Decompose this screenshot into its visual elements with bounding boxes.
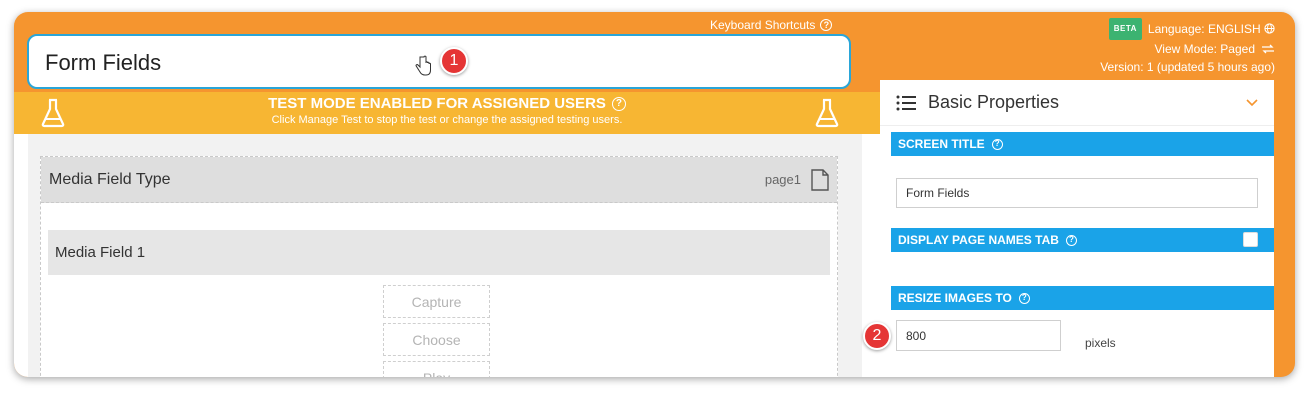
properties-panel: Basic Properties SCREEN TITLE ? Form Fie… <box>880 80 1274 377</box>
callout-badge-1: 1 <box>440 47 468 75</box>
display-page-names-label: DISPLAY PAGE NAMES TAB <box>898 233 1059 247</box>
chevron-down-icon[interactable] <box>1246 98 1258 107</box>
resize-images-field[interactable]: 800 <box>896 320 1061 351</box>
page-name: page1 <box>764 172 801 187</box>
page-header[interactable]: Media Field Type page1 <box>41 157 837 203</box>
display-page-names-checkbox[interactable] <box>1243 232 1258 247</box>
resize-images-label: RESIZE IMAGES TO <box>898 291 1012 305</box>
keyboard-shortcuts-link[interactable]: Keyboard Shortcuts ? <box>710 18 833 32</box>
language-selector[interactable]: Language: ENGLISH <box>1148 20 1275 38</box>
screen-title-section: SCREEN TITLE ? <box>891 132 1274 156</box>
language-label: Language: ENGLISH <box>1147 22 1261 36</box>
panel-title: Basic Properties <box>928 92 1060 112</box>
page-title: Media Field Type <box>49 170 171 188</box>
form-canvas: Media Field Type page1 Media Field 1 Cap… <box>14 134 880 377</box>
canvas-background: Media Field Type page1 Media Field 1 Cap… <box>28 134 862 377</box>
resize-images-unit: pixels <box>1085 336 1116 350</box>
help-icon[interactable]: ? <box>611 96 626 111</box>
choose-button[interactable]: Choose <box>383 323 490 356</box>
help-icon[interactable]: ? <box>1018 292 1030 304</box>
play-button[interactable]: Play <box>383 361 490 377</box>
view-mode-toggle[interactable]: View Mode: Paged <box>1100 40 1275 58</box>
screen-title-label: SCREEN TITLE <box>898 137 985 151</box>
version-label: Version: 1 (updated 5 hours ago) <box>1100 60 1275 74</box>
resize-images-section: RESIZE IMAGES TO ? <box>891 286 1274 310</box>
view-mode-label: View Mode: Paged <box>1154 42 1255 56</box>
help-icon[interactable]: ? <box>1065 234 1077 246</box>
capture-button[interactable]: Capture <box>383 285 490 318</box>
page-card[interactable]: Media Field Type page1 Media Field 1 Cap… <box>40 156 838 377</box>
banner-subtitle: Click Manage Test to stop the test or ch… <box>271 114 623 126</box>
banner-title: TEST MODE ENABLED FOR ASSIGNED USERS <box>268 95 606 112</box>
page-icon <box>811 168 829 191</box>
screen-title-input[interactable]: Form Fields <box>27 34 851 89</box>
help-icon: ? <box>820 19 833 31</box>
globe-icon <box>1264 23 1275 34</box>
keyboard-shortcuts-label: Keyboard Shortcuts <box>710 18 816 32</box>
flask-icon-left <box>41 98 65 128</box>
beta-badge: BETA <box>1108 18 1142 40</box>
media-field-row[interactable]: Media Field 1 <box>48 230 830 275</box>
field-label: Media Field 1 <box>55 244 146 261</box>
app-frame: Keyboard Shortcuts ? BETA Language: ENGL… <box>14 12 1295 377</box>
callout-badge-2: 2 <box>863 322 891 350</box>
help-icon[interactable]: ? <box>991 138 1003 150</box>
screen-title-field[interactable]: Form Fields <box>896 178 1258 208</box>
flask-icon-right <box>815 98 839 128</box>
panel-header[interactable]: Basic Properties <box>880 80 1274 126</box>
display-page-names-section: DISPLAY PAGE NAMES TAB ? <box>891 228 1274 252</box>
hand-cursor-icon <box>415 55 431 76</box>
version-info: BETA Language: ENGLISH View Mode: Paged … <box>1100 18 1275 76</box>
swap-icon <box>1262 44 1274 54</box>
list-icon <box>896 95 916 110</box>
test-mode-banner: TEST MODE ENABLED FOR ASSIGNED USERS ? C… <box>14 92 880 134</box>
